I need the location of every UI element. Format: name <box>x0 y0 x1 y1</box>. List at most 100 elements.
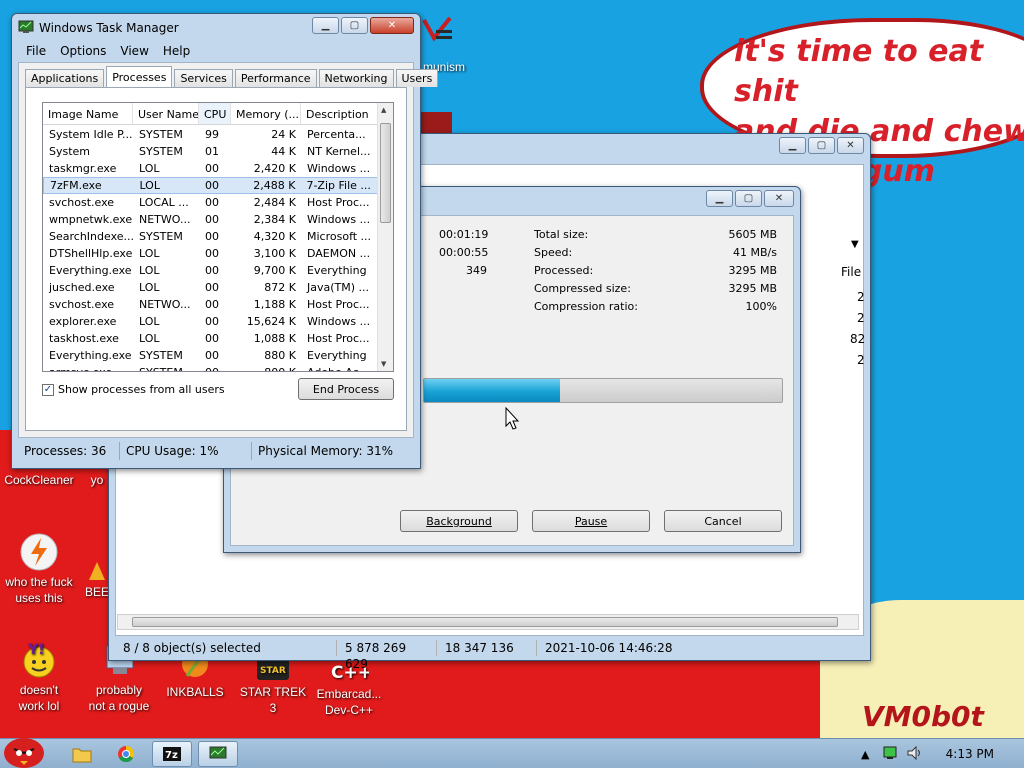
checkbox-box[interactable]: ✓ <box>42 383 54 396</box>
file-count-cell: 2 <box>857 290 865 304</box>
process-row[interactable]: svchost.exe LOCAL ... 00 2,484 K Host Proc..… <box>43 194 378 211</box>
pause-button[interactable]: Pause <box>532 510 650 532</box>
process-row[interactable]: armsvc.exeSYSTEM00800 KAdobe Ac... <box>43 364 378 371</box>
taskbar-chrome-button[interactable] <box>106 741 146 767</box>
horizontal-scrollbar[interactable] <box>117 614 859 630</box>
svg-text:Y!: Y! <box>27 642 45 658</box>
process-row[interactable]: Everything.exe SYSTEM 00 880 K Everything <box>43 347 378 364</box>
caption-buttons: ▁ ▢ ✕ <box>779 137 864 154</box>
vertical-scrollbar[interactable]: ▲ ▼ <box>377 103 393 371</box>
file-count-cell: 82 <box>850 332 866 346</box>
speed-label: Speed: <box>534 246 573 259</box>
window-title-bar[interactable]: Windows Task Manager <box>18 18 179 38</box>
column-cpu[interactable]: CPU <box>199 103 231 124</box>
process-row[interactable]: svchost.exe NETWO... 00 1,188 K Host Proc... <box>43 296 378 313</box>
cancel-button[interactable]: Cancel <box>664 510 782 532</box>
end-process-button[interactable]: End Process <box>298 378 394 400</box>
process-row[interactable]: DTShellHlp.exe LOL 00 3,100 K DAEMON ... <box>43 245 378 262</box>
process-description: Windows ... <box>307 162 371 175</box>
process-row[interactable]: wmpnetwk.exe NETWO... 00 2,384 K Windows ... <box>43 211 378 228</box>
process-description: Microsoft ... <box>307 230 372 243</box>
start-button[interactable] <box>0 729 54 768</box>
process-row[interactable]: SearchIndexe... SYSTEM 00 4,320 K Microsoft … <box>43 228 378 245</box>
minimize-button[interactable]: ▁ <box>779 137 806 154</box>
process-row[interactable]: explorer.exe LOL 00 15,624 K Windows ... <box>43 313 378 330</box>
process-list[interactable]: Image Name User Name CPU Memory (... Des… <box>42 102 394 372</box>
process-image-name: svchost.exe <box>49 196 115 209</box>
process-image-name: Everything.exe <box>49 349 132 362</box>
svg-text:7z: 7z <box>165 750 178 761</box>
volume-icon[interactable] <box>906 745 924 764</box>
tab-users[interactable]: Users <box>395 69 439 87</box>
column-image-name[interactable]: Image Name <box>43 103 133 124</box>
process-cpu: 00 <box>205 196 219 209</box>
file-count-cell: 2 <box>857 353 865 367</box>
process-row[interactable]: Everything.exe LOL 00 9,700 K Everything <box>43 262 378 279</box>
column-description[interactable]: Description <box>301 103 378 124</box>
scrollbar-thumb[interactable] <box>380 123 391 223</box>
process-row[interactable]: taskmgr.exe LOL 00 2,420 K Windows ... <box>43 160 378 177</box>
column-memory[interactable]: Memory (... <box>231 103 301 124</box>
process-memory: 44 K <box>271 145 296 158</box>
scroll-up-arrow-icon[interactable]: ▲ <box>381 106 386 114</box>
network-icon[interactable] <box>882 745 898 764</box>
process-row[interactable]: System Idle P... SYSTEM 99 24 K Percenta... <box>43 126 378 143</box>
taskbar-clock[interactable]: 4:13 PM <box>946 747 994 761</box>
chrome-icon <box>118 745 135 763</box>
close-button[interactable]: ✕ <box>764 190 794 207</box>
close-button[interactable]: ✕ <box>370 17 414 34</box>
desktop-icon-label: INKBALLS <box>166 685 224 699</box>
process-row[interactable]: taskhost.exe LOL 00 1,088 K Host Proc... <box>43 330 378 347</box>
minimize-button[interactable]: ▁ <box>706 190 733 207</box>
show-hidden-icons-icon[interactable]: ▲ <box>861 748 869 761</box>
tab-processes[interactable]: Processes <box>106 66 173 87</box>
desktop-icon-star-trek-3[interactable]: STAR STAR TREK 3 <box>234 656 312 716</box>
process-description: Host Proc... <box>307 196 370 209</box>
tab-applications[interactable]: Applications <box>25 69 105 87</box>
file-column-header[interactable]: File <box>841 265 861 279</box>
taskbar-explorer-button[interactable] <box>62 741 102 767</box>
scroll-down-arrow-icon[interactable]: ▼ <box>381 360 386 368</box>
process-row[interactable]: jusched.exe LOL 00 872 K Java(TM) ... <box>43 279 378 296</box>
task-manager-window[interactable]: Windows Task Manager ▁ ▢ ✕ File Options … <box>11 13 439 469</box>
show-all-processes-checkbox[interactable]: ✓ Show processes from all users <box>42 383 225 396</box>
process-row[interactable]: 7zFM.exe LOL 00 2,488 K 7-Zip File ... <box>43 177 378 194</box>
menu-options[interactable]: Options <box>60 44 106 58</box>
process-description: NT Kernel... <box>307 145 371 158</box>
minimize-button[interactable]: ▁ <box>312 17 339 34</box>
scrollbar-thumb[interactable] <box>132 617 838 627</box>
tab-performance[interactable]: Performance <box>234 69 317 87</box>
maximize-button[interactable]: ▢ <box>735 190 762 207</box>
desktop-icon-yahoo[interactable]: Y! doesn't work lol <box>0 640 78 714</box>
process-row[interactable]: System SYSTEM 01 44 K NT Kernel... <box>43 143 378 160</box>
taskbar-7zip-button[interactable]: 7z <box>152 741 192 767</box>
column-user-name[interactable]: User Name <box>133 103 199 124</box>
maximize-button[interactable]: ▢ <box>341 17 368 34</box>
path-combo-dropdown-icon[interactable]: ▼ <box>851 239 859 250</box>
desktop-icon-who-uses-this[interactable]: who the fuck uses this <box>0 532 78 606</box>
maximize-button[interactable]: ▢ <box>808 137 835 154</box>
process-cpu: 00 <box>205 281 219 294</box>
process-user-name: LOL <box>139 179 160 192</box>
process-memory: 1,188 K <box>253 298 296 311</box>
process-memory: 872 K <box>264 281 296 294</box>
folder-icon <box>72 748 92 763</box>
menu-view[interactable]: View <box>120 44 148 58</box>
process-user-name: NETWO... <box>139 298 191 311</box>
process-image-name: System Idle P... <box>49 128 133 141</box>
compression-ratio-label: Compression ratio: <box>534 300 638 313</box>
background-button[interactable]: Background <box>400 510 518 532</box>
close-button[interactable]: ✕ <box>837 137 864 154</box>
taskbar-task-manager-button[interactable] <box>198 741 238 767</box>
tab-services[interactable]: Services <box>174 69 233 87</box>
process-image-name: explorer.exe <box>49 315 117 328</box>
tab-networking[interactable]: Networking <box>318 69 394 87</box>
compressed-size-label: Compressed size: <box>534 282 631 295</box>
menu-file[interactable]: File <box>26 44 46 58</box>
process-description: DAEMON ... <box>307 247 371 260</box>
status-size: 5 878 269 629 <box>337 640 437 671</box>
total-size-value: 5605 MB <box>728 228 777 241</box>
menu-help[interactable]: Help <box>163 44 190 58</box>
process-memory: 2,384 K <box>253 213 296 226</box>
desktop-icon-label: STAR TREK 3 <box>239 685 307 715</box>
